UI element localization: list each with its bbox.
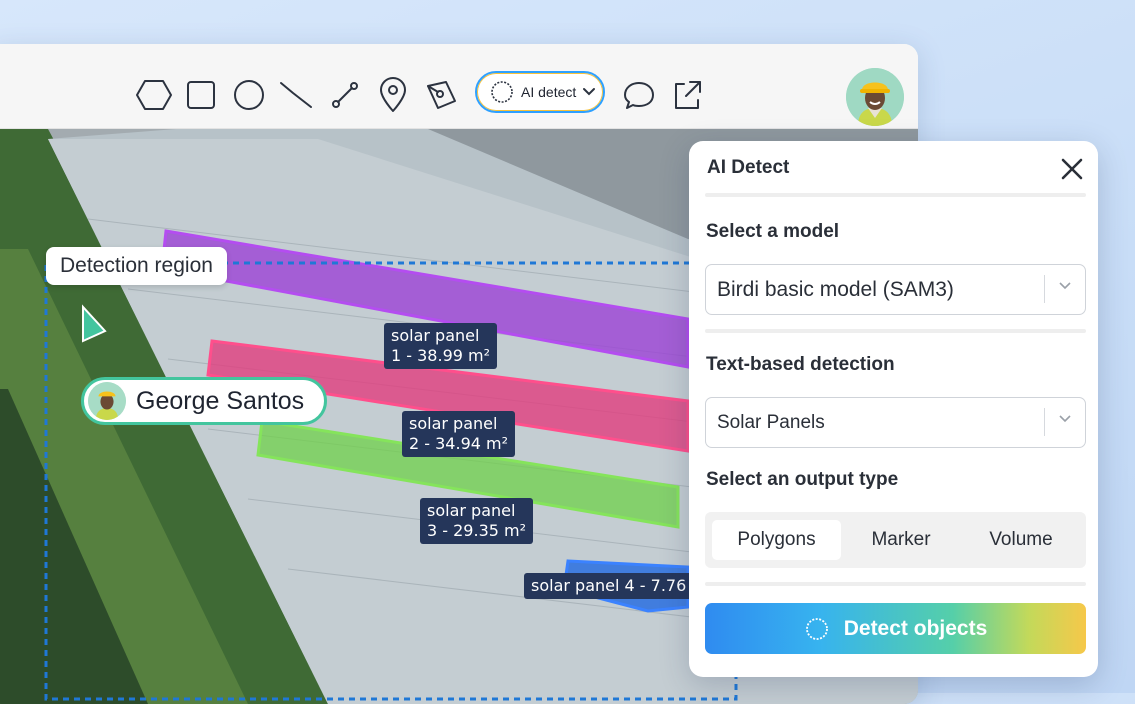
collaborator-avatar	[88, 382, 126, 420]
detection-region-label: Detection region	[46, 247, 227, 285]
comment-icon[interactable]	[620, 77, 658, 113]
sparkle-ring-icon	[491, 81, 513, 103]
rectangle-icon[interactable]	[182, 77, 220, 113]
toolbar: AI detect	[0, 44, 918, 129]
text-detection-select[interactable]: Solar Panels	[705, 397, 1086, 448]
ai-detect-dropdown[interactable]: AI detect	[475, 71, 605, 113]
location-pin-icon[interactable]	[374, 77, 412, 113]
detection-label-name: solar panel 4 - 7.76 m	[531, 576, 707, 595]
select-separator	[1044, 275, 1045, 303]
detection-label-4[interactable]: solar panel 4 - 7.76 m	[524, 573, 707, 599]
collaborator-cursor-chip: George Santos	[81, 377, 328, 425]
detection-label-2[interactable]: solar panel 2 - 34.94 m²	[402, 411, 516, 457]
circle-icon[interactable]	[230, 77, 268, 113]
share-icon[interactable]	[668, 77, 706, 113]
divider	[705, 193, 1086, 197]
divider	[705, 582, 1086, 586]
user-avatar[interactable]	[846, 68, 904, 126]
collaborator-name: George Santos	[136, 386, 305, 415]
chevron-down-icon	[1059, 282, 1071, 290]
output-option-volume[interactable]: Volume	[961, 520, 1081, 560]
ai-detect-panel: AI Detect Select a model Birdi basic mod…	[689, 141, 1098, 677]
detection-label-name: solar panel	[427, 501, 516, 520]
output-type-segmented-control: Polygons Marker Volume	[705, 512, 1086, 568]
pen-tool-icon[interactable]	[422, 77, 460, 113]
select-separator	[1044, 408, 1045, 436]
detection-label-detail: 2 - 34.94 m²	[409, 434, 509, 453]
polyline-icon[interactable]	[278, 77, 316, 113]
measure-line-icon[interactable]	[326, 77, 364, 113]
detect-objects-label: Detect objects	[843, 616, 988, 640]
model-section-label: Select a model	[706, 221, 840, 242]
output-option-marker[interactable]: Marker	[841, 520, 961, 560]
chevron-down-icon	[1059, 415, 1071, 423]
divider	[705, 329, 1086, 333]
sparkle-ring-icon	[805, 617, 828, 640]
hexagon-icon[interactable]	[135, 77, 173, 113]
detection-label-3[interactable]: solar panel 3 - 29.35 m²	[420, 498, 534, 544]
close-icon[interactable]	[1059, 156, 1085, 182]
detection-label-1[interactable]: solar panel 1 - 38.99 m²	[384, 323, 498, 369]
detection-label-name: solar panel	[391, 326, 480, 345]
model-select[interactable]: Birdi basic model (SAM3)	[705, 264, 1086, 315]
detection-label-detail: 1 - 38.99 m²	[391, 346, 491, 365]
detection-label-detail: 3 - 29.35 m²	[427, 521, 527, 540]
panel-title: AI Detect	[707, 157, 790, 178]
output-option-polygons[interactable]: Polygons	[712, 520, 841, 560]
text-detection-section-label: Text-based detection	[706, 354, 895, 375]
chevron-down-icon	[583, 88, 596, 96]
text-detection-value: Solar Panels	[717, 411, 825, 433]
output-type-section-label: Select an output type	[706, 469, 899, 490]
detect-objects-button[interactable]: Detect objects	[705, 603, 1086, 654]
model-select-value: Birdi basic model (SAM3)	[717, 277, 954, 301]
ai-detect-label: AI detect	[521, 84, 577, 100]
detection-label-name: solar panel	[409, 414, 498, 433]
